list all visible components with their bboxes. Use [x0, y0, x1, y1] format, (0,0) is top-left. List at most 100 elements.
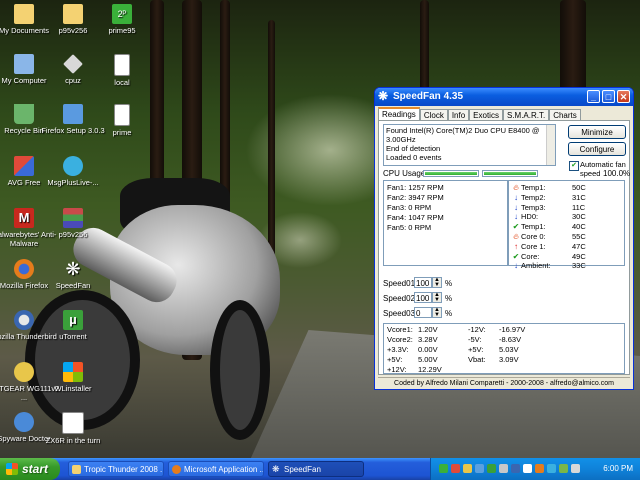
- voltage-row: +3.3V: 0.00V: [387, 345, 447, 355]
- taskbar-button-label: SpeedFan: [284, 465, 321, 474]
- desktop-icon-speedfan[interactable]: ❋ SpeedFan: [37, 259, 109, 290]
- tray-app-icon[interactable]: [439, 464, 448, 473]
- arrow-down-icon: ↓: [514, 212, 518, 222]
- start-button[interactable]: start: [0, 458, 60, 480]
- cpu-usage-fill: [425, 172, 477, 175]
- desktop-icon-label: MsgPlusLive-...: [47, 178, 99, 187]
- image-file-icon: [62, 412, 84, 434]
- temperature-readings: 🔥︎ Temp1: 50C ↓ Temp2: 31C ↓ Temp3: 11C ↓ HD0: 3…: [508, 180, 625, 270]
- temp-name: Core 0:: [521, 231, 546, 241]
- malwarebytes-icon: M: [14, 208, 34, 228]
- tray-app-icon[interactable]: [511, 464, 520, 473]
- desktop-icon-zx6r-image[interactable]: ZX6R in the turn: [37, 412, 109, 445]
- start-label: start: [22, 462, 49, 476]
- folder-icon: [63, 4, 83, 24]
- temp-value: 31C: [572, 192, 586, 202]
- desktop-icon-msgplus[interactable]: MsgPlusLive-...: [37, 156, 109, 187]
- voltage-value: 3.09V: [499, 355, 519, 364]
- detection-log[interactable]: Found Intel(R) Core(TM)2 Duo CPU E8400 @…: [383, 124, 556, 166]
- log-line: Loaded 0 events: [386, 153, 442, 162]
- log-scrollbar[interactable]: [546, 125, 555, 165]
- tray-volume-icon[interactable]: [571, 464, 580, 473]
- voltage-value: 3.28V: [418, 335, 438, 344]
- desktop-icon-label: prime95: [108, 26, 136, 35]
- desktop-icon-wlinstaller[interactable]: WLinstaller: [37, 362, 109, 393]
- folder-icon: [72, 465, 81, 474]
- clock[interactable]: 6:00 PM: [603, 458, 633, 480]
- temp-name: Core:: [521, 251, 540, 261]
- system-tray: 6:00 PM: [430, 458, 640, 480]
- temp-value: 55C: [572, 231, 586, 241]
- windows-installer-icon: [63, 362, 83, 382]
- desktop-icon-p95v256-archive[interactable]: p95v256: [37, 208, 109, 239]
- temp-value: 11C: [572, 202, 586, 212]
- temp-value: 50C: [572, 183, 586, 192]
- desktop-icon-local[interactable]: local: [86, 54, 158, 87]
- speed01-input[interactable]: 100: [414, 277, 432, 288]
- voltage-row: +5V: 5.00V: [387, 355, 447, 365]
- voltage-row: +5V: 5.03V: [468, 345, 548, 355]
- taskbar-button-microsoft-application[interactable]: Microsoft Application ...: [168, 461, 264, 477]
- voltage-value: 5.00V: [418, 355, 438, 364]
- motorcycle-front-wheel: [210, 300, 270, 440]
- computer-icon: [14, 54, 34, 74]
- maximize-window-button[interactable]: □: [602, 90, 615, 103]
- tray-app-icon[interactable]: [559, 464, 568, 473]
- voltage-row: Vcore2: 3.28V: [387, 335, 447, 345]
- fan-reading: Fan3: 0 RPM: [387, 203, 432, 212]
- taskbar-button-speedfan[interactable]: ❋ SpeedFan: [268, 461, 364, 477]
- desktop-icon-label: p95v256: [58, 26, 88, 35]
- checkmark-icon: ✔: [512, 251, 520, 261]
- minimize-button[interactable]: Minimize: [568, 125, 626, 139]
- speed03-input[interactable]: 0: [414, 307, 432, 318]
- voltage-value: 1.20V: [418, 325, 438, 334]
- window-titlebar[interactable]: ❋ SpeedFan 4.35 _ □ ✕: [375, 88, 633, 106]
- voltage-value: 0.00V: [418, 345, 438, 354]
- fan-reading: Fan2: 3947 RPM: [387, 193, 444, 202]
- speed02-input[interactable]: 100: [414, 292, 432, 303]
- close-window-button[interactable]: ✕: [617, 90, 630, 103]
- speed02-spinner[interactable]: ▲ ▼: [432, 292, 442, 303]
- text-file-icon: [114, 54, 130, 76]
- windows-logo-icon: [6, 463, 18, 475]
- temp-row: 🔥︎ Temp1: 50C: [512, 183, 621, 193]
- voltage-value: 12.29V: [418, 365, 442, 374]
- speedfan-icon: ❋: [272, 464, 280, 474]
- desktop-icon-prime95[interactable]: 2ᴾ prime95: [86, 4, 158, 35]
- desktop-icon-utorrent[interactable]: µ uTorrent: [37, 310, 109, 341]
- installer-icon: [63, 104, 83, 124]
- speedfan-window[interactable]: ❋ SpeedFan 4.35 _ □ ✕ Readings Clock Info E…: [374, 87, 634, 390]
- speed01-spinner[interactable]: ▲ ▼: [432, 277, 442, 288]
- utorrent-icon: µ: [63, 310, 83, 330]
- firefox-icon: [172, 465, 181, 474]
- tray-app-icon[interactable]: [523, 464, 532, 473]
- tray-app-icon[interactable]: [535, 464, 544, 473]
- tab-strip: Readings Clock Info Exotics S.M.A.R.T. Charts: [378, 107, 581, 122]
- thunderbird-icon: [14, 310, 34, 330]
- desktop-icon-prime[interactable]: prime: [86, 104, 158, 137]
- minimize-window-button[interactable]: _: [587, 90, 600, 103]
- tree-trunk: [268, 20, 275, 280]
- tray-app-icon[interactable]: [487, 464, 496, 473]
- tray-app-icon[interactable]: [451, 464, 460, 473]
- tray-app-icon[interactable]: [463, 464, 472, 473]
- prime95-icon: 2ᴾ: [112, 4, 132, 24]
- taskbar-button-tropic-thunder[interactable]: Tropic Thunder 2008 ...: [68, 461, 164, 477]
- configure-button[interactable]: Configure: [568, 142, 626, 156]
- tray-app-icon[interactable]: [475, 464, 484, 473]
- tray-app-icon[interactable]: [499, 464, 508, 473]
- temp-row: ↓ HD0: 30C: [512, 212, 621, 222]
- percent-sign: %: [445, 279, 453, 288]
- arrow-down-icon: ↓: [514, 261, 518, 271]
- arrow-down-icon: ↓: [514, 192, 518, 202]
- temp-row: ↓ Temp3: 11C: [512, 203, 621, 213]
- arrow-up-icon: ↑: [514, 241, 518, 251]
- cpu-usage-value: 100.0%: [603, 169, 631, 178]
- fan-reading: Fan1: 1257 RPM: [387, 183, 444, 192]
- tray-app-icon[interactable]: [547, 464, 556, 473]
- temp-row: 🔥︎ Core 0: 55C: [512, 232, 621, 242]
- percent-sign: %: [445, 294, 453, 303]
- temp-name: HD0:: [521, 212, 539, 222]
- speed03-spinner[interactable]: ▲ ▼: [432, 307, 442, 318]
- temp-name: Temp1:: [521, 183, 546, 192]
